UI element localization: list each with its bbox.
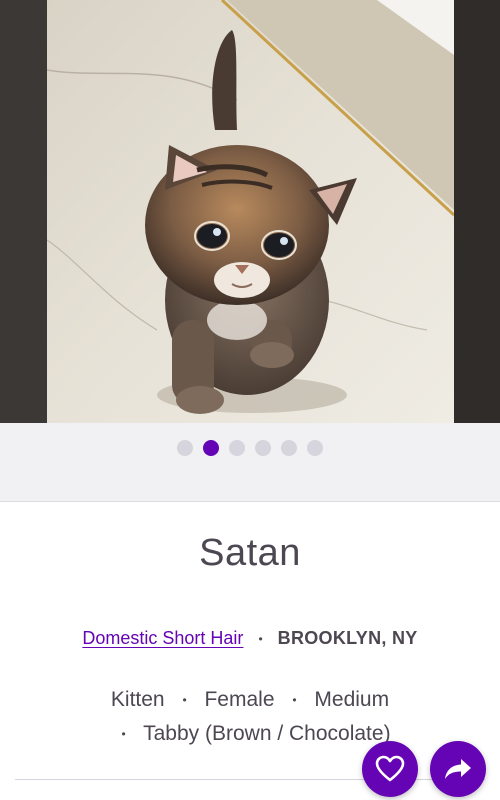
pet-size: Medium	[314, 688, 390, 711]
pet-age: Kitten	[110, 688, 165, 711]
carousel-dot[interactable]	[307, 440, 323, 456]
kitten-photo-image	[47, 0, 454, 423]
separator-dot: •	[182, 693, 187, 708]
carousel-dot[interactable]	[255, 440, 271, 456]
photo-letterbox-left	[0, 0, 47, 423]
carousel-dot-active[interactable]	[203, 440, 219, 456]
carousel-dot[interactable]	[281, 440, 297, 456]
carousel-dots	[0, 440, 500, 456]
share-arrow-icon	[445, 759, 471, 779]
pet-breed-location: Domestic Short Hair • BROOKLYN, NY	[0, 628, 500, 649]
separator-dot: •	[121, 727, 126, 742]
pet-attributes-line-1: Kitten • Female • Medium	[0, 688, 500, 712]
separator-dot: •	[292, 693, 297, 708]
separator-dot: •	[258, 632, 263, 647]
carousel-dot[interactable]	[177, 440, 193, 456]
pet-photo[interactable]	[0, 0, 500, 423]
heart-outline-icon	[375, 755, 405, 782]
pet-color: Tabby (Brown / Chocolate)	[143, 722, 391, 745]
photo-carousel	[0, 423, 500, 502]
share-button[interactable]	[430, 741, 486, 797]
favorite-button[interactable]	[362, 741, 418, 797]
photo-letterbox-right	[454, 0, 500, 423]
breed-link[interactable]: Domestic Short Hair	[82, 628, 243, 648]
pet-gender: Female	[204, 688, 275, 711]
pet-location: BROOKLYN, NY	[277, 628, 418, 648]
pet-name: Satan	[199, 532, 301, 574]
carousel-dot[interactable]	[229, 440, 245, 456]
pet-attributes-line-2: • Tabby (Brown / Chocolate)	[0, 722, 500, 746]
